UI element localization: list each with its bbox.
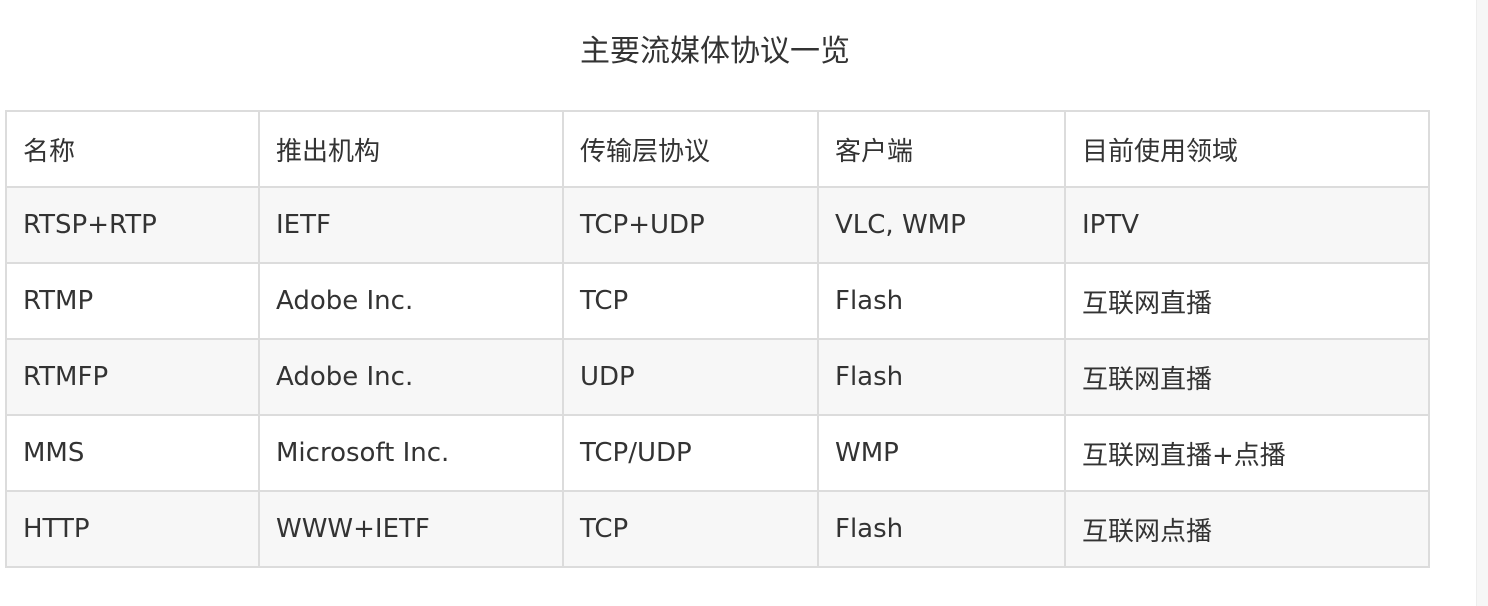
header-name: 名称 — [5, 110, 260, 188]
table-row: MMS Microsoft Inc. TCP/UDP WMP 互联网直播+点播 — [5, 414, 1430, 492]
cell-usage-area: 互联网点播 — [1064, 490, 1430, 568]
cell-transport-protocol: UDP — [562, 338, 819, 416]
cell-publisher: Adobe Inc. — [258, 262, 564, 340]
cell-usage-area: 互联网直播 — [1064, 262, 1430, 340]
cell-name: HTTP — [5, 490, 260, 568]
header-publisher: 推出机构 — [258, 110, 564, 188]
cell-transport-protocol: TCP/UDP — [562, 414, 819, 492]
cell-publisher: Adobe Inc. — [258, 338, 564, 416]
cell-name: RTMP — [5, 262, 260, 340]
cell-transport-protocol: TCP — [562, 262, 819, 340]
cell-client: VLC, WMP — [817, 186, 1066, 264]
header-transport-protocol: 传输层协议 — [562, 110, 819, 188]
cell-usage-area: 互联网直播 — [1064, 338, 1430, 416]
header-client: 客户端 — [817, 110, 1066, 188]
cell-client: Flash — [817, 338, 1066, 416]
document-content: 主要流媒体协议一览 名称 推出机构 传输层协议 客户端 目前使用领域 RTSP+… — [0, 0, 1476, 606]
cell-client: WMP — [817, 414, 1066, 492]
table-header-row: 名称 推出机构 传输层协议 客户端 目前使用领域 — [5, 110, 1430, 188]
cell-client: Flash — [817, 490, 1066, 568]
table-title: 主要流媒体协议一览 — [580, 34, 850, 69]
table-row: HTTP WWW+IETF TCP Flash 互联网点播 — [5, 490, 1430, 568]
cell-name: RTSP+RTP — [5, 186, 260, 264]
cell-publisher: Microsoft Inc. — [258, 414, 564, 492]
cell-publisher: WWW+IETF — [258, 490, 564, 568]
cell-name: RTMFP — [5, 338, 260, 416]
cell-usage-area: IPTV — [1064, 186, 1430, 264]
table-row: RTMP Adobe Inc. TCP Flash 互联网直播 — [5, 262, 1430, 340]
cell-publisher: IETF — [258, 186, 564, 264]
cell-client: Flash — [817, 262, 1066, 340]
cell-usage-area: 互联网直播+点播 — [1064, 414, 1430, 492]
table-row: RTSP+RTP IETF TCP+UDP VLC, WMP IPTV — [5, 186, 1430, 264]
cell-name: MMS — [5, 414, 260, 492]
cell-transport-protocol: TCP+UDP — [562, 186, 819, 264]
vertical-scrollbar[interactable] — [1476, 0, 1488, 606]
cell-transport-protocol: TCP — [562, 490, 819, 568]
header-usage-area: 目前使用领域 — [1064, 110, 1430, 188]
protocol-table: 名称 推出机构 传输层协议 客户端 目前使用领域 RTSP+RTP IETF T… — [5, 110, 1430, 568]
table-row: RTMFP Adobe Inc. UDP Flash 互联网直播 — [5, 338, 1430, 416]
